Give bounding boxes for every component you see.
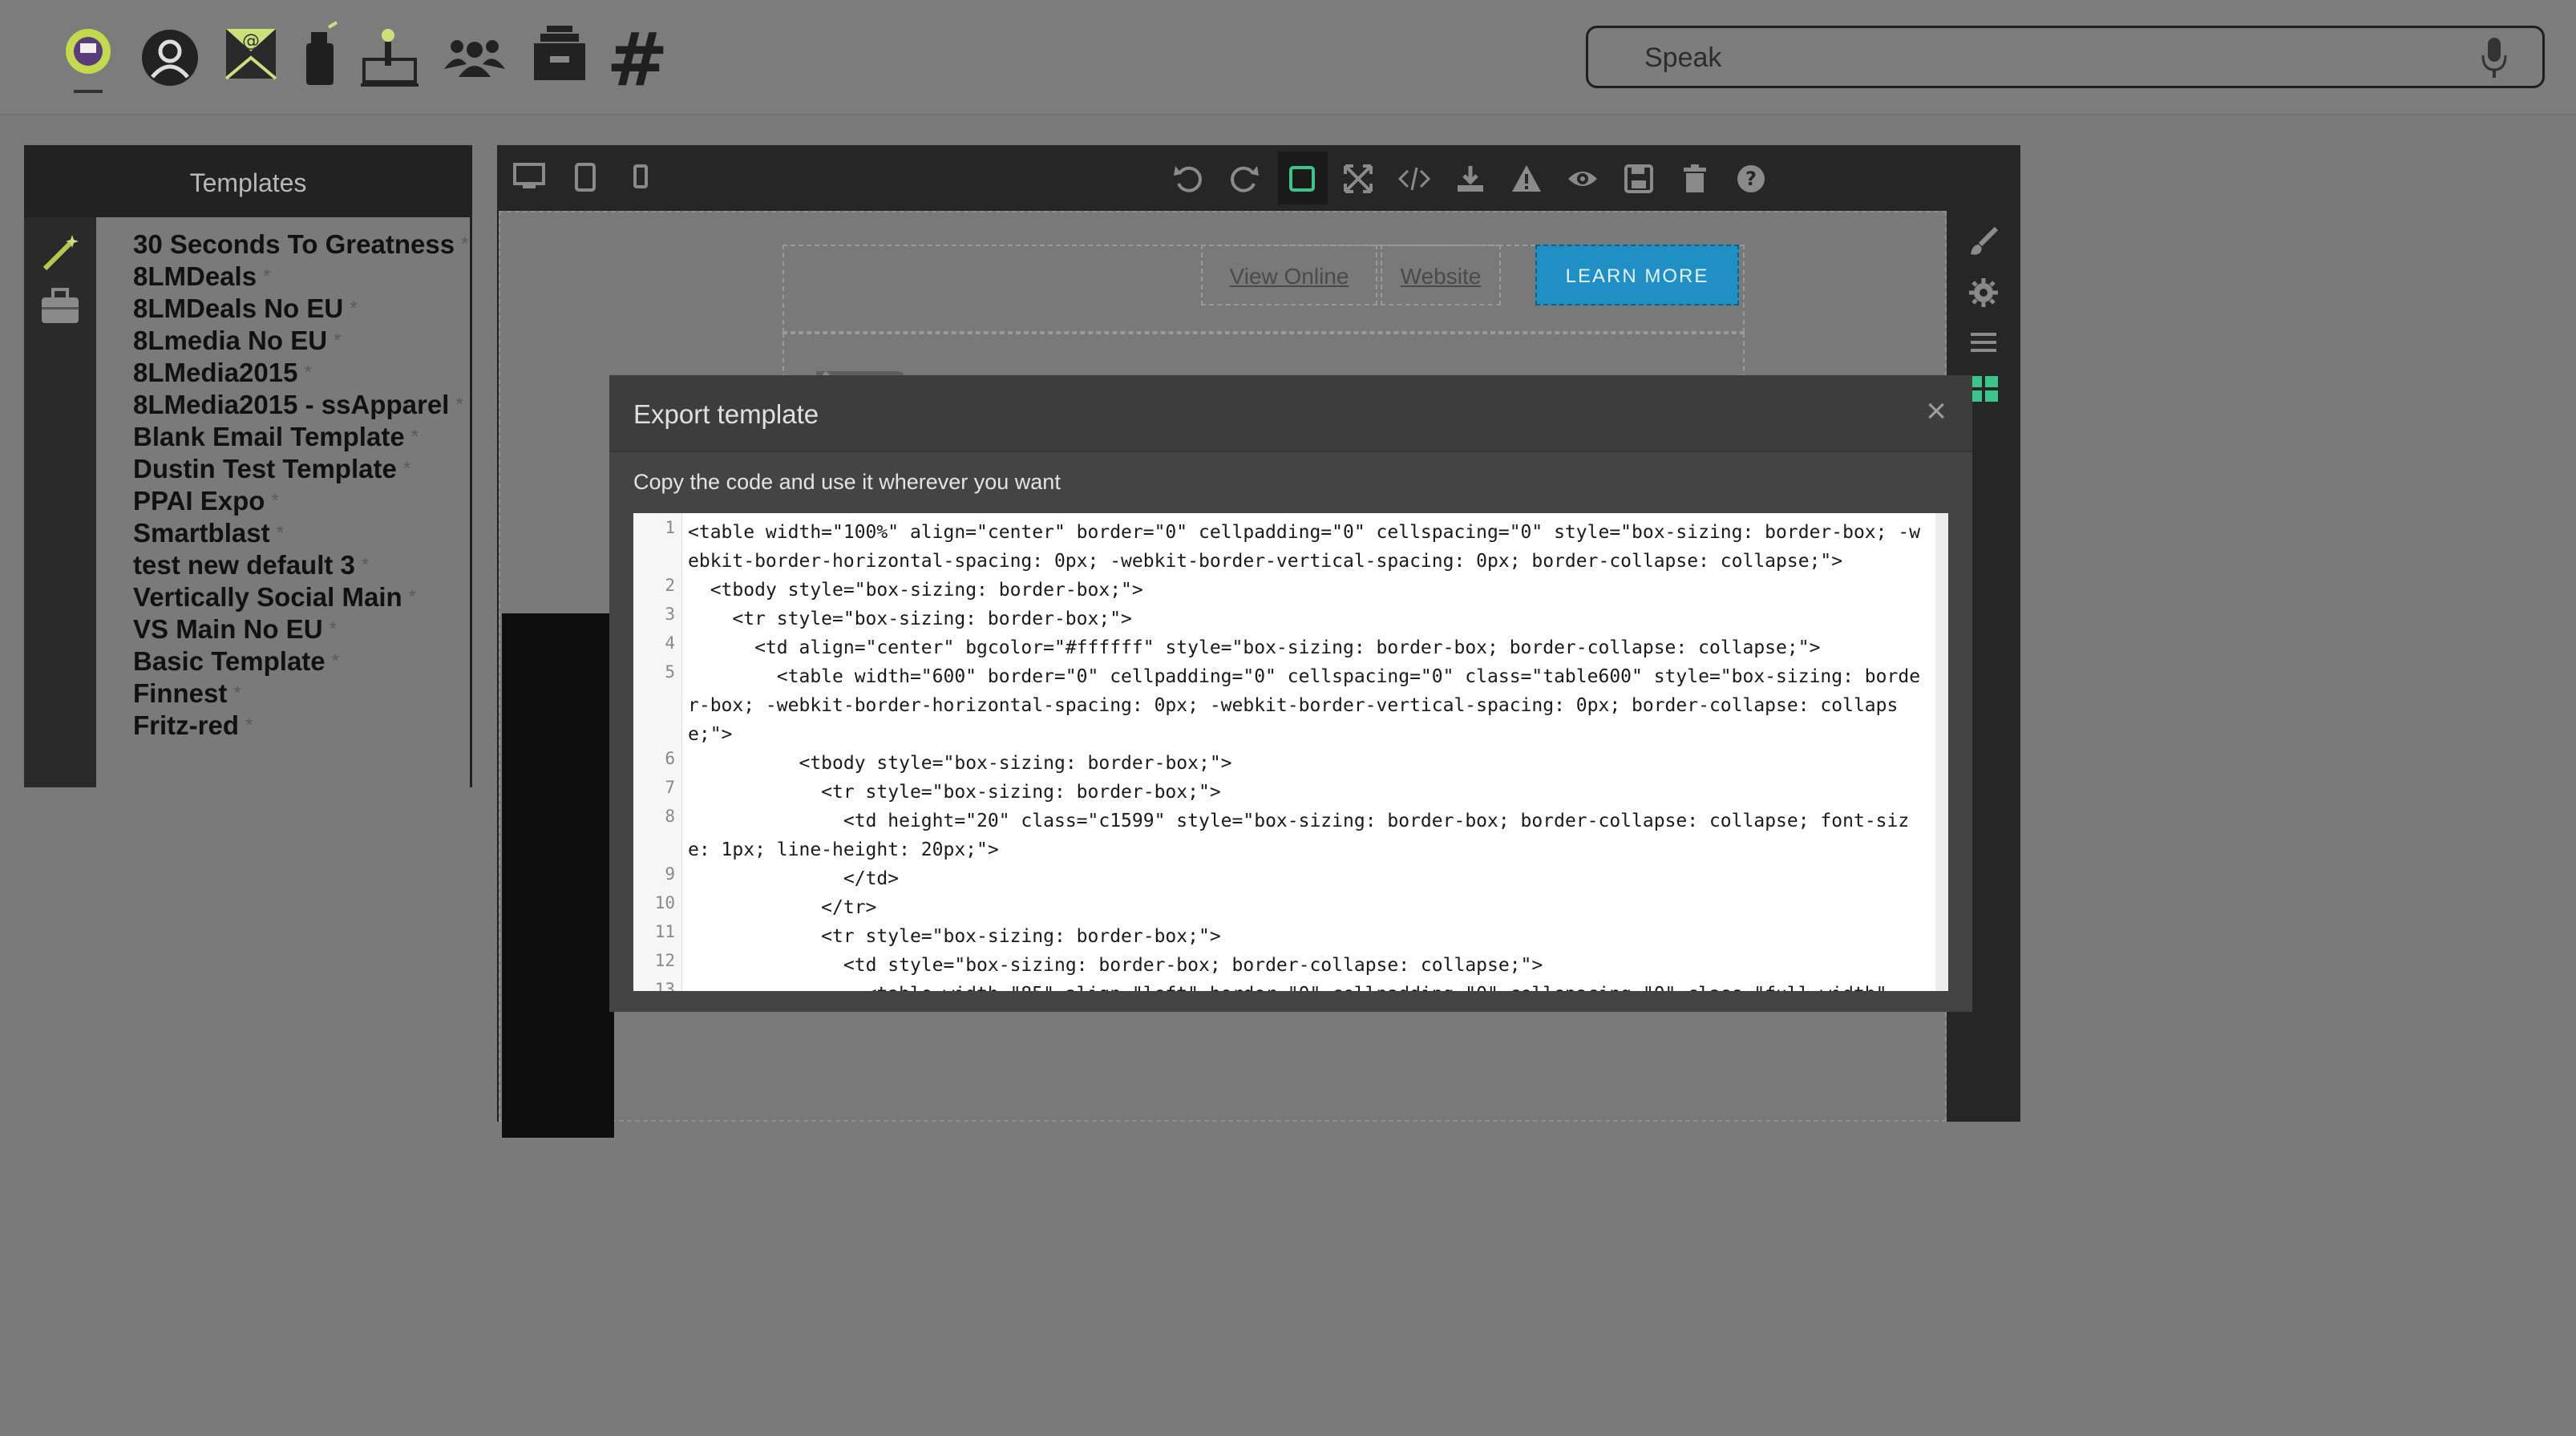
editor-toolbar: ? [497, 145, 2020, 211]
modal-title: Export template [633, 399, 819, 429]
line-number: 1 [665, 518, 675, 537]
microphone-icon[interactable] [2478, 36, 2510, 85]
group-icon[interactable] [443, 19, 507, 96]
website-link[interactable]: Website [1381, 245, 1501, 305]
template-item[interactable]: 8LMedia2015 - ssApparel * [133, 389, 470, 421]
templates-toolbar [24, 217, 96, 787]
code-text: <td align="center" bgcolor="#ffffff" sty… [688, 637, 1821, 658]
redo-icon[interactable] [1228, 163, 1260, 199]
fullscreen-icon[interactable] [1342, 163, 1374, 199]
mobile-icon[interactable] [632, 163, 649, 196]
code-text: </td> [688, 868, 900, 889]
template-item[interactable]: Basic Template * [133, 645, 470, 678]
inbox-icon[interactable] [529, 19, 590, 96]
undo-icon[interactable] [1172, 163, 1204, 199]
hashtag-icon[interactable]: # [609, 19, 665, 96]
trash-icon[interactable] [1679, 163, 1711, 199]
email-icon[interactable]: @ [223, 19, 279, 96]
line-number: 4 [665, 633, 675, 653]
blocks-icon[interactable] [1967, 373, 2000, 409]
warning-icon[interactable] [1510, 163, 1543, 199]
svg-text:@: @ [242, 31, 260, 51]
export-code-editor[interactable]: 1 <table width="100%" align="center" bor… [633, 513, 1948, 991]
template-item[interactable]: VS Main No EU * [133, 613, 470, 645]
desktop-icon[interactable] [513, 163, 545, 196]
close-icon[interactable]: × [1926, 391, 1947, 431]
code-text: <tbody style="box-sizing: border-box;"> [688, 753, 1232, 774]
line-number: 9 [665, 864, 675, 884]
preview-icon[interactable] [1567, 163, 1599, 199]
settings-icon[interactable] [1967, 277, 2000, 313]
code-text: <td style="box-sizing: border-box; borde… [688, 955, 1543, 976]
templates-title: Templates [189, 168, 307, 197]
line-number: 10 [654, 893, 675, 912]
template-item[interactable]: 8LMDeals * [133, 261, 470, 293]
code-text: <tr style="box-sizing: border-box;"> [688, 609, 1132, 629]
template-item[interactable]: 8LMDeals No EU * [133, 293, 470, 325]
modal-description: Copy the code and use it wherever you wa… [633, 470, 1061, 494]
template-item[interactable]: Vertically Social Main * [133, 581, 470, 613]
code-text: <tr style="box-sizing: border-box;"> [688, 926, 1221, 947]
line-number: 7 [665, 778, 675, 797]
template-item[interactable]: 8LMedia2015 * [133, 357, 470, 389]
code-text: <tbody style="box-sizing: border-box;"> [688, 580, 1143, 601]
templates-panel: Templates 30 Seconds To Greatness * 8LMDe… [24, 145, 472, 787]
template-item[interactable]: Blank Email Template * [133, 421, 470, 453]
templates-list: 30 Seconds To Greatness * 8LMDeals * 8LMDe… [96, 217, 470, 787]
code-text: <table width="100%" align="center" borde… [688, 522, 1921, 572]
code-text: <table width="85" align="left" border="0… [688, 980, 1931, 991]
template-item[interactable]: test new default 3 * [133, 549, 470, 581]
download-icon[interactable] [1454, 163, 1486, 199]
brush-icon[interactable] [1967, 225, 2000, 261]
app-logo-icon[interactable] [63, 19, 114, 96]
view-online-link[interactable]: View Online [1201, 245, 1377, 305]
spray-can-icon[interactable] [300, 19, 340, 96]
line-number: 6 [665, 749, 675, 768]
line-number: 8 [665, 807, 675, 826]
top-navigation-bar: @ # Speak [0, 0, 2576, 115]
tablet-icon[interactable] [574, 163, 596, 196]
code-scrollbar[interactable] [1935, 513, 1948, 991]
template-item[interactable]: 8Lmedia No EU * [133, 325, 470, 357]
outline-icon[interactable] [1286, 163, 1318, 199]
briefcase-icon[interactable] [38, 286, 82, 330]
export-template-modal: Export template × Copy the code and use … [609, 375, 1972, 1012]
code-text: <tr style="box-sizing: border-box;"> [688, 782, 1221, 803]
help-icon[interactable]: ? [1735, 163, 1767, 199]
svg-text:?: ? [1745, 168, 1757, 190]
magic-wand-icon[interactable] [38, 232, 82, 279]
speak-search-box [1586, 26, 2545, 88]
code-text: <table width="600" border="0" cellpaddin… [688, 666, 1921, 745]
template-item[interactable]: Fritz-red * [133, 710, 470, 742]
learn-more-button[interactable]: LEARN MORE [1535, 245, 1739, 305]
layers-icon[interactable] [1967, 326, 2000, 362]
template-item[interactable]: 30 Seconds To Greatness * [133, 229, 470, 261]
line-number: 13 [654, 980, 675, 991]
line-number: 12 [654, 951, 675, 970]
template-item[interactable]: Finnest * [133, 678, 470, 710]
code-text: <td height="20" class="c1599" style="box… [688, 811, 1910, 860]
email-dark-section[interactable] [502, 613, 614, 1138]
presenter-icon[interactable] [359, 19, 420, 96]
user-profile-icon[interactable] [140, 19, 200, 96]
template-item[interactable]: Smartblast * [133, 517, 470, 549]
code-text: </tr> [688, 897, 877, 918]
line-number: 3 [665, 605, 675, 624]
speak-input[interactable] [1643, 34, 2448, 81]
save-icon[interactable] [1623, 163, 1655, 199]
code-icon[interactable] [1397, 163, 1432, 199]
line-number: 11 [654, 922, 675, 941]
modal-header: Export template × [609, 375, 1972, 452]
template-item[interactable]: PPAI Expo * [133, 485, 470, 517]
line-number: 2 [665, 576, 675, 595]
template-item[interactable]: Dustin Test Template * [133, 453, 470, 485]
svg-text:#: # [609, 19, 665, 96]
line-number: 5 [665, 662, 675, 682]
